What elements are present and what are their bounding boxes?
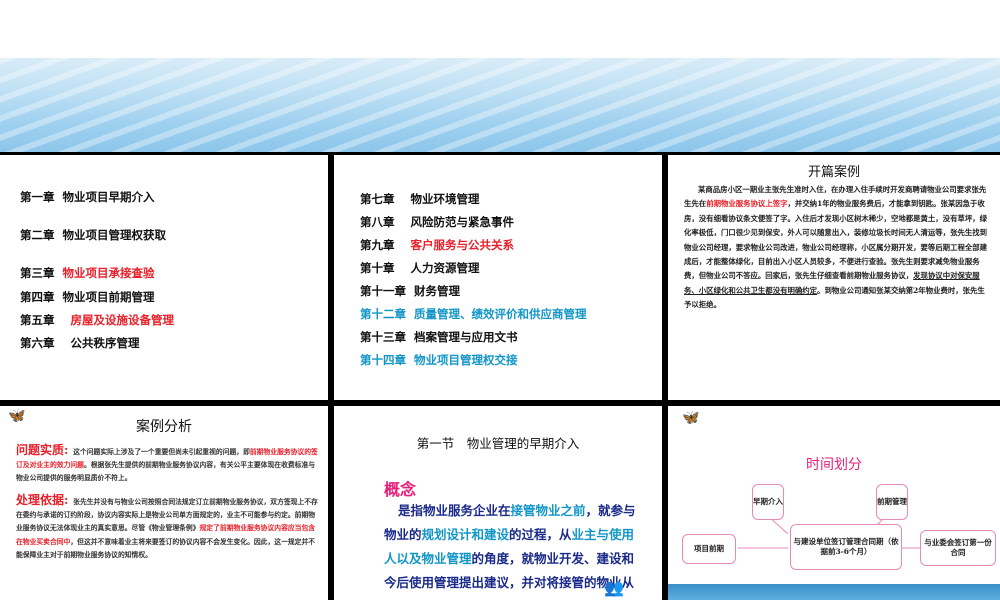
people-icon: 👥: [604, 578, 624, 597]
banner-wave: [0, 58, 1000, 152]
box-contract-period: 与建设单位签订管理合同期（依据前3-6个月）: [790, 524, 902, 570]
chapter-1: 第一章 物业项目早期介入: [20, 190, 155, 204]
problem-essence: 问题实质: 这个问题实际上涉及了一个重要但尚未引起重视的问题，即前期物业服务协议…: [16, 443, 318, 483]
box-project-preperiod: 项目前期: [682, 534, 736, 564]
concept-heading: 概念: [384, 480, 417, 499]
chapter-10: 第十章 人力资源管理: [360, 261, 480, 275]
slide-chapters-7-14[interactable]: 第七章 物业环境管理 第八章 风险防范与紧急事件 第九章 客户服务与公共关系 第…: [334, 155, 662, 400]
chapter-9: 第九章 客户服务与公共关系: [360, 238, 515, 252]
sea-strip: [668, 584, 1000, 600]
chapter-12: 第十二章 质量管理、绩效评价和供应商管理: [360, 307, 587, 321]
slide-title: 案例分析: [136, 419, 192, 435]
slide-opening-case[interactable]: 开篇案例 某商品房小区一期业主张先生准时入住，在办理入住手续时开发商聘请物业公司…: [668, 155, 1000, 400]
slide-title: 第一节 物业管理的早期介入: [416, 436, 580, 451]
chapter-13: 第十三章 档案管理与应用文书: [360, 330, 518, 344]
chapter-3: 第三章 物业项目承接查验: [20, 266, 155, 280]
slide-early-involvement[interactable]: 第一节 物业管理的早期介入 概念 是指物业服务企业在接管物业之前，就参与物业的规…: [334, 406, 662, 600]
chapter-8: 第八章 风险防范与紧急事件: [360, 215, 515, 229]
chapter-14: 第十四章 物业项目管理权交接: [360, 353, 518, 367]
handling-basis: 处理依据: 张先生并没有与物业公司按照合同法规定订立前期物业服务协议，双方签现上…: [16, 493, 318, 559]
slide-chapters-1-6[interactable]: 第一章 物业项目早期介入 第二章 物业项目管理权获取 第三章 物业项目承接查验 …: [0, 155, 328, 400]
box-owner-contract: 与业委会签订第一份合同: [920, 530, 996, 566]
chapter-11: 第十一章 财务管理: [360, 284, 461, 298]
timeline-lines: [738, 515, 920, 549]
slide-time-division[interactable]: 🦋 时间划分 早期介入 前期管理 项目前期 与建设单位签订管理合同期（依据前3-…: [668, 406, 1000, 600]
case-text: 某商品房小区一期业主张先生准时入住，在办理入住手续时开发商聘请物业公司要求张先生…: [684, 185, 988, 310]
top-banner: [0, 0, 1000, 152]
box-pre-management: 前期管理: [876, 484, 908, 520]
chapter-5: 第五章 房屋及设施设备管理: [20, 313, 175, 327]
slide-case-analysis[interactable]: 🦋 案例分析 问题实质: 这个问题实际上涉及了一个重要但尚未引起重视的问题，即前…: [0, 406, 328, 600]
slide-title: 开篇案例: [807, 165, 860, 180]
chapter-4: 第四章 物业项目前期管理: [20, 290, 155, 304]
box-early-involvement: 早期介入: [752, 484, 784, 520]
chapter-7: 第七章 物业环境管理: [360, 192, 480, 206]
chapter-2: 第二章 物业项目管理权获取: [20, 228, 167, 242]
chapter-6: 第六章 公共秩序管理: [20, 336, 140, 350]
